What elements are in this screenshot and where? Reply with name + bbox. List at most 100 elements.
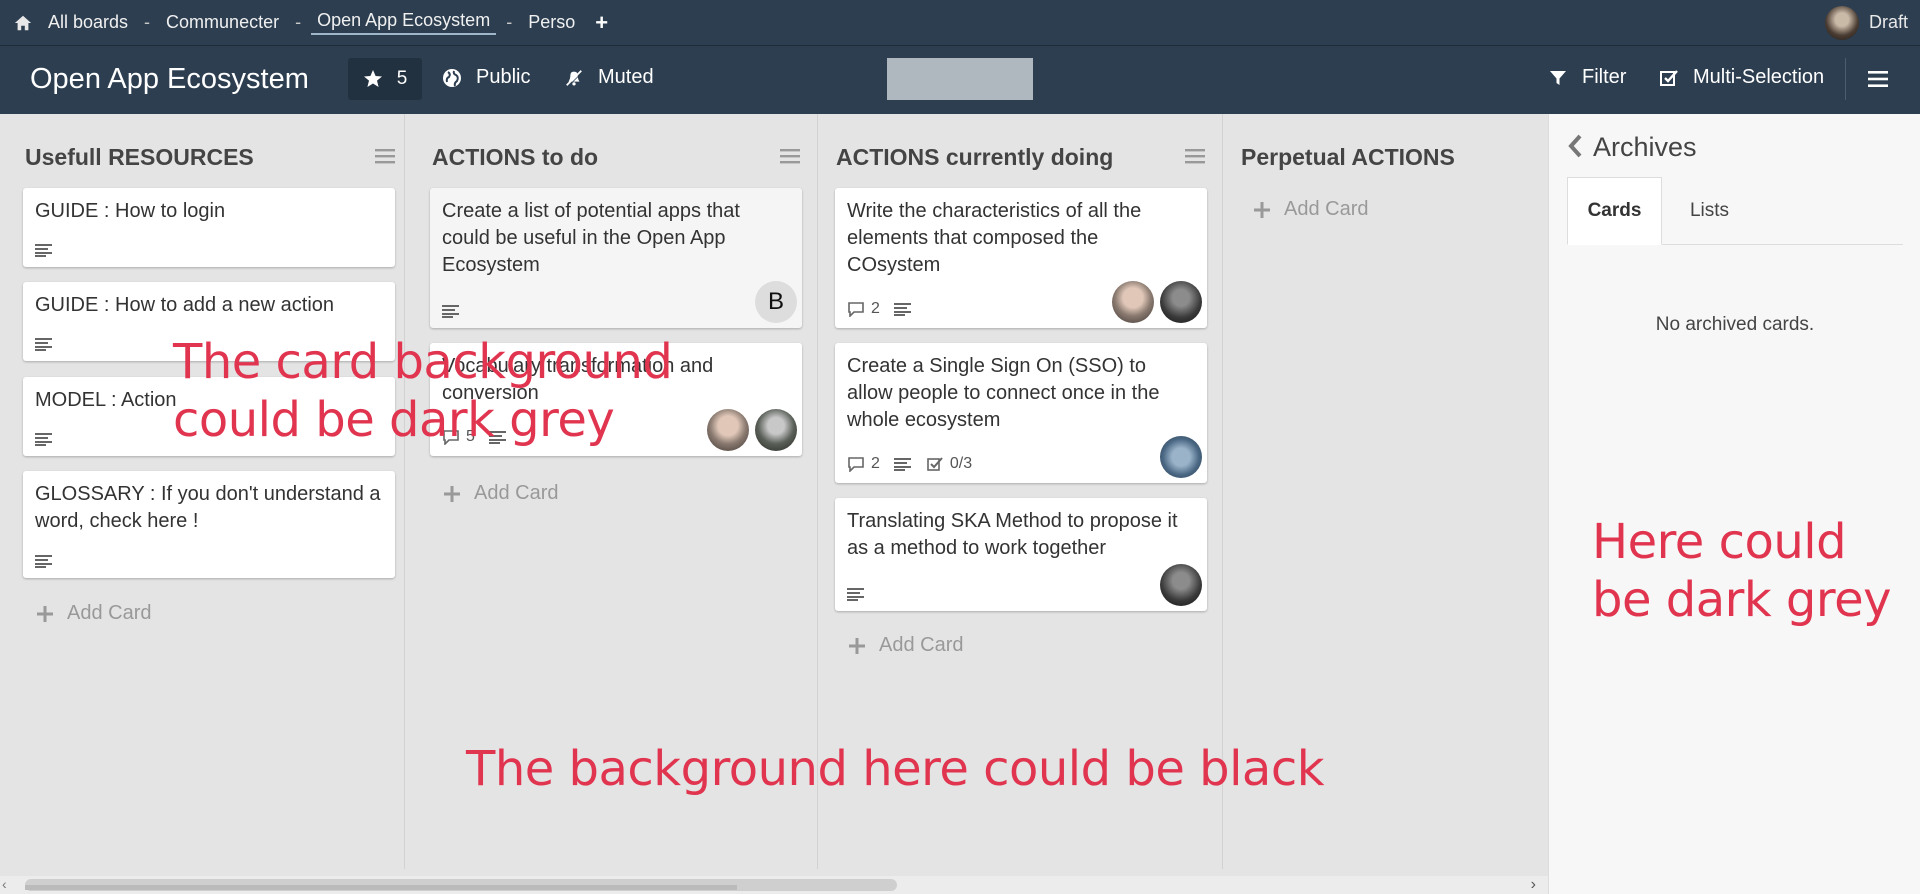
- home-icon[interactable]: [14, 14, 32, 32]
- comment-icon: [848, 302, 864, 317]
- avatar[interactable]: [1824, 5, 1859, 40]
- visibility-label: Public: [476, 66, 531, 88]
- card-badges: [35, 554, 53, 568]
- filter-button[interactable]: Filter: [1548, 66, 1626, 89]
- card[interactable]: GLOSSARY : If you don't understand a wor…: [23, 471, 395, 578]
- star-count: 5: [396, 68, 408, 89]
- card-members: [707, 409, 797, 451]
- breadcrumb-communecter[interactable]: Communecter: [160, 12, 285, 33]
- add-card-button[interactable]: Add Card: [444, 482, 559, 505]
- add-card-button[interactable]: Add Card: [37, 602, 152, 625]
- card-title: GUIDE : How to add a new action: [35, 294, 335, 316]
- divider: [1845, 58, 1846, 100]
- description-icon: [35, 555, 52, 568]
- avatar[interactable]: [1160, 564, 1202, 606]
- add-card-button[interactable]: Add Card: [1254, 198, 1369, 221]
- card-badges: [35, 432, 53, 446]
- board-header: Open App Ecosystem 5 Public Muted Filter: [0, 45, 1920, 114]
- tab-lists[interactable]: Lists: [1662, 177, 1757, 245]
- card-title: Write the characteristics of all the ele…: [847, 200, 1142, 276]
- scroll-right-icon[interactable]: ›: [1531, 876, 1536, 894]
- avatar[interactable]: [707, 409, 749, 451]
- board-title[interactable]: Open App Ecosystem: [30, 63, 309, 96]
- search-input[interactable]: [887, 58, 1033, 100]
- list-usefull-resources: Usefull RESOURCES GUIDE : How to login G…: [0, 114, 405, 869]
- avatar[interactable]: [1160, 281, 1202, 323]
- card-badges: [442, 304, 460, 318]
- avatar[interactable]: [1112, 281, 1154, 323]
- checkbox-icon: [1660, 69, 1678, 86]
- card-members: [1160, 436, 1202, 478]
- card-title: GLOSSARY : If you don't understand a wor…: [35, 483, 381, 532]
- list-title[interactable]: ACTIONS to do: [432, 144, 598, 171]
- tab-cards[interactable]: Cards: [1567, 177, 1662, 245]
- star-button[interactable]: 5: [348, 58, 422, 100]
- card-badges: 2 0/3: [847, 455, 972, 473]
- avatar[interactable]: [1160, 436, 1202, 478]
- user-menu[interactable]: Draft: [1824, 0, 1908, 45]
- list-menu-icon[interactable]: [375, 148, 395, 164]
- scroll-left-icon[interactable]: ‹: [2, 876, 7, 892]
- scrollbar-thumb-inner: [25, 885, 737, 890]
- archives-sidebar: Archives Cards Lists No archived cards.: [1548, 114, 1920, 894]
- add-board-icon[interactable]: +: [595, 11, 608, 34]
- description-icon: [893, 303, 911, 316]
- plus-icon: [1254, 201, 1270, 218]
- add-card-label: Add Card: [474, 482, 559, 504]
- checklist-icon: [927, 457, 943, 471]
- avatar[interactable]: [755, 409, 797, 451]
- globe-icon: [443, 68, 461, 87]
- description-icon: [442, 305, 459, 318]
- breadcrumb-separator: -: [144, 12, 151, 32]
- watch-button[interactable]: Muted: [564, 66, 654, 89]
- add-card-button[interactable]: Add Card: [849, 634, 964, 657]
- breadcrumb-perso[interactable]: Perso: [522, 12, 581, 33]
- sidebar-title: Archives: [1593, 132, 1697, 162]
- card-members: B: [755, 281, 797, 323]
- list-title[interactable]: Perpetual ACTIONS: [1241, 144, 1455, 171]
- comment-icon: [848, 457, 864, 472]
- breadcrumb-separator: -: [506, 12, 513, 32]
- card[interactable]: Write the characteristics of all the ele…: [835, 188, 1207, 328]
- comments-count: 2: [871, 300, 880, 317]
- comments-badge: 2: [847, 300, 880, 318]
- checklist-badge: 0/3: [926, 455, 972, 473]
- multi-selection-label: Multi-Selection: [1693, 66, 1825, 88]
- comments-count: 2: [871, 455, 880, 472]
- multi-selection-button[interactable]: Multi-Selection: [1659, 66, 1824, 89]
- horizontal-scrollbar[interactable]: ‹ ›: [0, 876, 1548, 894]
- annotation-sidebar-background: Here could be dark grey: [1592, 514, 1892, 628]
- list-menu-icon[interactable]: [780, 148, 800, 164]
- card-title: Create a Single Sign On (SSO) to allow p…: [847, 355, 1160, 431]
- description-icon: [847, 588, 864, 601]
- list-title[interactable]: Usefull RESOURCES: [25, 144, 254, 171]
- breadcrumb-separator: -: [295, 12, 302, 32]
- card-members: [1160, 564, 1202, 606]
- description-icon: [35, 244, 52, 257]
- breadcrumb-open-app-ecosystem[interactable]: Open App Ecosystem: [311, 10, 497, 35]
- list-menu-icon[interactable]: [1185, 148, 1205, 164]
- card[interactable]: Create a list of potential apps that cou…: [430, 188, 802, 328]
- card-badges: [35, 337, 53, 351]
- card-badges: 2: [847, 300, 912, 318]
- chevron-left-icon[interactable]: [1567, 133, 1583, 159]
- card-members: [1112, 281, 1202, 323]
- list-title[interactable]: ACTIONS currently doing: [836, 144, 1113, 171]
- visibility-button[interactable]: Public: [442, 66, 530, 89]
- top-navigation: All boards - Communecter - Open App Ecos…: [0, 0, 1920, 45]
- annotation-board-background: The background here could be black: [466, 741, 1325, 797]
- hamburger-menu-icon[interactable]: [1868, 70, 1888, 88]
- card[interactable]: Translating SKA Method to propose it as …: [835, 498, 1207, 611]
- plus-icon: [37, 605, 53, 622]
- annotation-card-background: The card background could be dark grey: [173, 334, 673, 448]
- user-name[interactable]: Draft: [1869, 12, 1908, 33]
- breadcrumb-all-boards[interactable]: All boards: [42, 12, 134, 33]
- card[interactable]: GUIDE : How to login: [23, 188, 395, 267]
- card[interactable]: Create a Single Sign On (SSO) to allow p…: [835, 343, 1207, 483]
- plus-icon: [444, 485, 460, 502]
- add-card-label: Add Card: [879, 634, 964, 656]
- star-icon: [363, 70, 382, 87]
- filter-label: Filter: [1582, 66, 1627, 88]
- avatar[interactable]: B: [755, 281, 797, 323]
- card-title: GUIDE : How to login: [35, 200, 226, 222]
